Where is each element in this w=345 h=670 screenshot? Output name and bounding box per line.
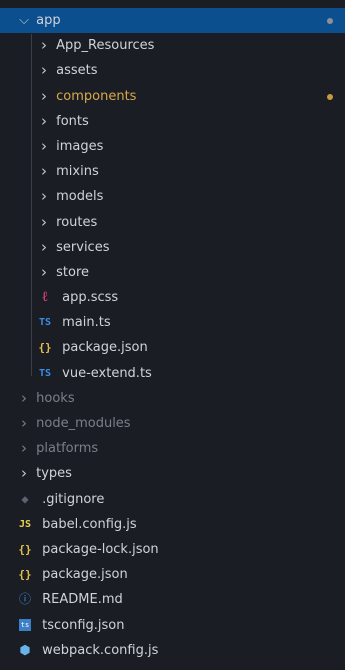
scss-icon: ℓ: [41, 289, 49, 306]
chevron-right-icon: ›: [21, 464, 27, 483]
folder-label: types: [36, 466, 72, 482]
folder-label: models: [56, 189, 104, 205]
file-label: package-lock.json: [42, 541, 159, 557]
file-label: package.json: [62, 340, 148, 356]
chevron-right-icon: ›: [21, 439, 27, 458]
file-label: babel.config.js: [42, 516, 137, 532]
json-icon: {}: [38, 341, 52, 355]
folder-models[interactable]: › models: [0, 184, 345, 209]
typescript-icon: TS: [38, 317, 52, 329]
chevron-right-icon: ›: [41, 162, 47, 181]
chevron-right-icon: ›: [41, 212, 47, 231]
folder-label: assets: [56, 63, 98, 79]
file-label: package.json: [42, 567, 128, 583]
chevron-right-icon: ›: [41, 262, 47, 281]
folder-fonts[interactable]: › fonts: [0, 109, 345, 134]
file-package-lock-json[interactable]: {} package-lock.json: [0, 537, 345, 562]
status-dot: [327, 18, 333, 24]
folder-label: store: [56, 264, 90, 280]
json-icon: {}: [18, 542, 32, 556]
chevron-right-icon: ›: [41, 86, 47, 105]
javascript-icon: JS: [18, 518, 32, 530]
folder-app[interactable]: ⌵ app: [0, 8, 345, 34]
file-package-json[interactable]: {} package.json: [0, 562, 345, 587]
folder-components[interactable]: › components: [0, 84, 345, 109]
chevron-right-icon: ›: [41, 36, 47, 55]
file-babel-config-js[interactable]: JS babel.config.js: [0, 512, 345, 537]
file-gitignore[interactable]: ◆ .gitignore: [0, 487, 345, 512]
file-readme-md[interactable]: ⓘ README.md: [0, 587, 345, 612]
chevron-right-icon: ›: [41, 237, 47, 256]
webpack-icon: ⬢: [19, 642, 31, 657]
folder-types[interactable]: › types: [0, 461, 345, 486]
file-explorer-tree: ⌵ app › App_Resources › assets › compone…: [0, 0, 345, 670]
folder-platforms[interactable]: › platforms: [0, 436, 345, 461]
folder-mixins[interactable]: › mixins: [0, 159, 345, 184]
chevron-right-icon: ›: [41, 61, 47, 80]
folder-node-modules[interactable]: › node_modules: [0, 411, 345, 436]
file-label: .gitignore: [42, 491, 105, 507]
folder-label: hooks: [36, 390, 75, 406]
modified-dot: [327, 93, 333, 100]
file-app-package-json[interactable]: {} package.json: [0, 335, 345, 360]
chevron-right-icon: ›: [41, 111, 47, 130]
git-icon: ◆: [21, 491, 29, 506]
folder-label: node_modules: [36, 416, 131, 431]
chevron-right-icon: ›: [21, 388, 27, 407]
folder-assets[interactable]: › assets: [0, 58, 345, 83]
file-label: tsconfig.json: [42, 617, 125, 633]
tsconfig-icon: ts: [19, 618, 31, 631]
chevron-right-icon: ›: [41, 187, 47, 206]
file-vue-extend-ts[interactable]: TS vue-extend.ts: [0, 361, 345, 386]
folder-label: images: [56, 138, 104, 154]
chevron-right-icon: ›: [21, 414, 27, 432]
chevron-right-icon: ›: [41, 136, 47, 155]
folder-label: components: [56, 88, 137, 104]
folder-images[interactable]: › images: [0, 134, 345, 159]
typescript-icon: TS: [38, 367, 52, 379]
folder-label: App_Resources: [56, 38, 155, 54]
file-label: webpack.config.js: [42, 642, 159, 658]
folder-label: platforms: [36, 441, 99, 457]
folder-services[interactable]: › services: [0, 235, 345, 260]
file-label: README.md: [42, 592, 123, 608]
folder-label: app: [36, 13, 61, 28]
folder-label: mixins: [56, 164, 99, 180]
file-tsconfig-json[interactable]: ts tsconfig.json: [0, 613, 345, 638]
folder-app-resources[interactable]: › App_Resources: [0, 33, 345, 58]
file-label: main.ts: [62, 315, 111, 331]
info-icon: ⓘ: [18, 592, 31, 607]
json-icon: {}: [18, 568, 32, 582]
file-main-ts[interactable]: TS main.ts: [0, 310, 345, 335]
file-label: vue-extend.ts: [62, 365, 152, 381]
folder-label: services: [56, 239, 110, 255]
folder-hooks[interactable]: › hooks: [0, 386, 345, 411]
file-label: app.scss: [62, 290, 119, 306]
folder-store[interactable]: › store: [0, 260, 345, 285]
chevron-down-icon: ⌵: [19, 13, 29, 28]
file-app-scss[interactable]: ℓ app.scss: [0, 285, 345, 310]
folder-routes[interactable]: › routes: [0, 210, 345, 235]
file-webpack-config-js[interactable]: ⬢ webpack.config.js: [0, 638, 345, 663]
folder-label: fonts: [56, 113, 89, 129]
folder-label: routes: [56, 214, 98, 230]
